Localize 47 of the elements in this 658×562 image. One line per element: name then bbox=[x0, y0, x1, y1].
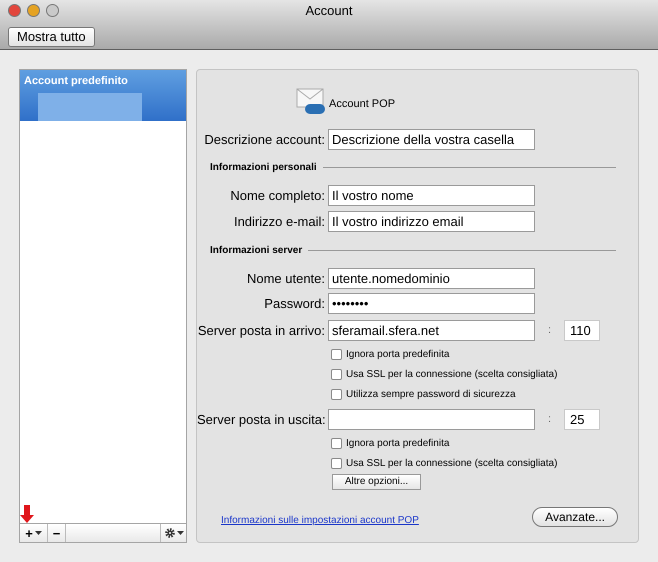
description-field[interactable]: Descrizione della vostra casella bbox=[328, 129, 535, 150]
remove-button[interactable]: − bbox=[48, 524, 66, 542]
more-options-button[interactable]: Altre opzioni... bbox=[332, 474, 421, 490]
field-label: Descrizione account: bbox=[203, 130, 326, 149]
zoom-button[interactable] bbox=[46, 4, 59, 17]
field-label: Indirizzo e-mail: bbox=[232, 212, 326, 231]
full-name-field[interactable]: Il vostro nome bbox=[328, 185, 535, 206]
caret-icon bbox=[34, 531, 42, 535]
account-type-label: Account POP bbox=[329, 96, 396, 112]
field-label: Password: bbox=[263, 294, 326, 313]
field-label: Nome completo: bbox=[229, 186, 326, 205]
field-label: Nome utente: bbox=[246, 270, 326, 288]
show-all-button[interactable]: Mostra tutto bbox=[8, 26, 95, 46]
password-field[interactable]: •••••••• bbox=[328, 293, 535, 314]
port-separator: : bbox=[546, 412, 552, 428]
section-heading: Informazioni server bbox=[210, 244, 302, 258]
envelope-icon bbox=[296, 87, 326, 115]
arrow-icon bbox=[20, 505, 34, 523]
checkbox-option[interactable]: Usa SSL per la connessione (scelta consigliata) bbox=[331, 455, 638, 471]
checkbox-option[interactable]: Ignora porta predefinita bbox=[331, 346, 638, 362]
checkbox[interactable] bbox=[331, 388, 342, 400]
port-field[interactable]: 110 bbox=[564, 320, 600, 341]
add-button[interactable]: + bbox=[20, 524, 48, 542]
gear-menu-button[interactable] bbox=[160, 524, 186, 542]
gear-icon bbox=[164, 527, 176, 539]
field-label: Server posta in uscita: bbox=[197, 410, 327, 429]
section-heading: Informazioni personali bbox=[210, 161, 317, 175]
checkbox[interactable] bbox=[331, 458, 342, 468]
checkbox[interactable] bbox=[331, 368, 342, 380]
email-field[interactable]: Il vostro indirizzo email bbox=[328, 211, 535, 232]
username-field[interactable]: utente.nomedominio bbox=[328, 268, 535, 289]
checkbox-option[interactable]: Ignora porta predefinita bbox=[331, 435, 638, 451]
checkbox-option[interactable]: Utilizza sempre password di sicurezza bbox=[331, 386, 638, 402]
port-separator: : bbox=[546, 323, 552, 338]
minimize-button[interactable] bbox=[27, 4, 40, 17]
checkbox[interactable] bbox=[331, 438, 342, 448]
outgoing-server-field[interactable] bbox=[328, 409, 535, 430]
checkbox[interactable] bbox=[331, 348, 342, 360]
advanced-button[interactable]: Avanzate... bbox=[532, 506, 618, 526]
close-button[interactable] bbox=[8, 4, 21, 17]
window-title: Account bbox=[306, 2, 352, 20]
checkbox-option[interactable]: Usa SSL per la connessione (scelta consigliata) bbox=[331, 366, 638, 382]
help-link[interactable]: Informazioni sulle impostazioni account POP bbox=[221, 513, 419, 528]
field-label: Server posta in arrivo: bbox=[197, 322, 326, 340]
incoming-server-field[interactable]: sferamail.sfera.net bbox=[328, 320, 535, 341]
caret-icon bbox=[176, 531, 184, 535]
port-field[interactable]: 25 bbox=[564, 409, 600, 430]
